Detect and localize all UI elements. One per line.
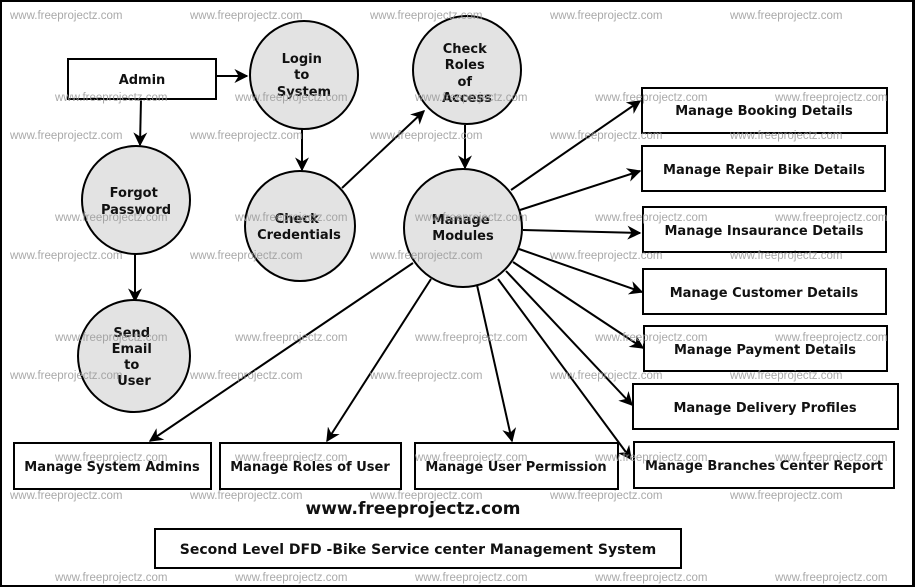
watermark-text: www.freeprojectz.com bbox=[369, 250, 482, 262]
process-check-roles[interactable]: Check Roles of Access bbox=[412, 15, 522, 125]
entity-manage-roles[interactable]: Manage Roles of User bbox=[219, 442, 402, 490]
watermark-text: www.freeprojectz.com bbox=[9, 250, 122, 262]
entity-manage-repair-label: Manage Repair Bike Details bbox=[663, 163, 865, 178]
watermark-text: www.freeprojectz.com bbox=[729, 130, 842, 142]
watermark-text: www.freeprojectz.com bbox=[234, 452, 347, 464]
diagram-title: Second Level DFD -Bike Service center Ma… bbox=[180, 542, 656, 558]
website-label: www.freeprojectz.com bbox=[306, 499, 521, 519]
watermark-text: www.freeprojectz.com bbox=[234, 212, 347, 224]
watermark-text: www.freeprojectz.com bbox=[549, 10, 662, 22]
watermark-text: www.freeprojectz.com bbox=[9, 130, 122, 142]
watermark-text: www.freeprojectz.com bbox=[189, 250, 302, 262]
entity-manage-customer[interactable]: Manage Customer Details bbox=[642, 268, 887, 315]
watermark-text: www.freeprojectz.com bbox=[369, 10, 482, 22]
entity-manage-branches[interactable]: Manage Branches Center Report bbox=[633, 441, 895, 489]
watermark-text: www.freeprojectz.com bbox=[54, 332, 167, 344]
watermark-text: www.freeprojectz.com bbox=[549, 370, 662, 382]
watermark-text: www.freeprojectz.com bbox=[774, 332, 887, 344]
watermark-text: www.freeprojectz.com bbox=[549, 250, 662, 262]
watermark-text: www.freeprojectz.com bbox=[189, 130, 302, 142]
watermark-text: www.freeprojectz.com bbox=[774, 212, 887, 224]
watermark-text: www.freeprojectz.com bbox=[369, 130, 482, 142]
watermark-text: www.freeprojectz.com bbox=[729, 490, 842, 502]
watermark-text: www.freeprojectz.com bbox=[774, 92, 887, 104]
watermark-text: www.freeprojectz.com bbox=[414, 212, 527, 224]
watermark-text: www.freeprojectz.com bbox=[549, 130, 662, 142]
watermark-text: www.freeprojectz.com bbox=[774, 452, 887, 464]
flow-checkcred-checkroles bbox=[341, 110, 426, 189]
watermark-text: www.freeprojectz.com bbox=[9, 490, 122, 502]
watermark-text: www.freeprojectz.com bbox=[414, 332, 527, 344]
watermark-text: www.freeprojectz.com bbox=[369, 490, 482, 502]
watermark-text: www.freeprojectz.com bbox=[594, 332, 707, 344]
flow-modules-roles bbox=[326, 278, 432, 443]
watermark-text: www.freeprojectz.com bbox=[774, 572, 887, 584]
entity-manage-repair[interactable]: Manage Repair Bike Details bbox=[641, 145, 886, 192]
watermark-text: www.freeprojectz.com bbox=[234, 92, 347, 104]
process-manage-modules[interactable]: Manage Modules bbox=[403, 168, 523, 288]
watermark-text: www.freeprojectz.com bbox=[369, 370, 482, 382]
flow-modules-permission bbox=[476, 284, 517, 443]
flow-modules-insurance bbox=[522, 225, 642, 240]
watermark-text: www.freeprojectz.com bbox=[54, 92, 167, 104]
entity-manage-customer-label: Manage Customer Details bbox=[670, 286, 859, 301]
watermark-text: www.freeprojectz.com bbox=[189, 370, 302, 382]
watermark-text: www.freeprojectz.com bbox=[54, 572, 167, 584]
watermark-text: www.freeprojectz.com bbox=[189, 490, 302, 502]
watermark-text: www.freeprojectz.com bbox=[729, 10, 842, 22]
watermark-text: www.freeprojectz.com bbox=[414, 92, 527, 104]
watermark-text: www.freeprojectz.com bbox=[9, 370, 122, 382]
entity-manage-delivery-label: Manage Delivery Profiles bbox=[673, 401, 856, 416]
entity-manage-admins[interactable]: Manage System Admins bbox=[13, 442, 212, 490]
watermark-text: www.freeprojectz.com bbox=[594, 572, 707, 584]
watermark-text: www.freeprojectz.com bbox=[189, 10, 302, 22]
entity-manage-delivery[interactable]: Manage Delivery Profiles bbox=[632, 383, 899, 430]
diagram-title-box: Second Level DFD -Bike Service center Ma… bbox=[154, 528, 682, 569]
entity-admin-label: Admin bbox=[119, 73, 166, 88]
watermark-text: www.freeprojectz.com bbox=[234, 332, 347, 344]
flow-admin-forgot bbox=[133, 98, 148, 147]
flow-modules-branches bbox=[497, 278, 632, 461]
watermark-text: www.freeprojectz.com bbox=[54, 452, 167, 464]
watermark-text: www.freeprojectz.com bbox=[54, 212, 167, 224]
watermark-text: www.freeprojectz.com bbox=[729, 370, 842, 382]
watermark-text: www.freeprojectz.com bbox=[9, 10, 122, 22]
entity-manage-permission[interactable]: Manage User Permission bbox=[414, 442, 619, 490]
process-login[interactable]: Login to System bbox=[249, 20, 359, 130]
watermark-text: www.freeprojectz.com bbox=[234, 572, 347, 584]
watermark-text: www.freeprojectz.com bbox=[549, 490, 662, 502]
watermark-text: www.freeprojectz.com bbox=[594, 92, 707, 104]
process-send-email[interactable]: Send Email to User bbox=[77, 299, 191, 413]
watermark-text: www.freeprojectz.com bbox=[414, 452, 527, 464]
watermark-text: www.freeprojectz.com bbox=[414, 572, 527, 584]
watermark-text: www.freeprojectz.com bbox=[729, 250, 842, 262]
dfd-diagram: Admin Manage Booking Details Manage Repa… bbox=[9, 10, 899, 584]
entity-manage-insurance-label: Manage Insaurance Details bbox=[665, 224, 864, 239]
entity-manage-payment-label: Manage Payment Details bbox=[674, 343, 856, 358]
entity-manage-booking-label: Manage Booking Details bbox=[675, 104, 853, 119]
watermark-text: www.freeprojectz.com bbox=[594, 452, 707, 464]
watermark-text: www.freeprojectz.com bbox=[594, 212, 707, 224]
process-check-credentials[interactable]: Check Credentials bbox=[244, 170, 356, 282]
process-forgot-password[interactable]: Forgot Password bbox=[81, 145, 191, 255]
flow-modules-repair bbox=[519, 168, 642, 211]
